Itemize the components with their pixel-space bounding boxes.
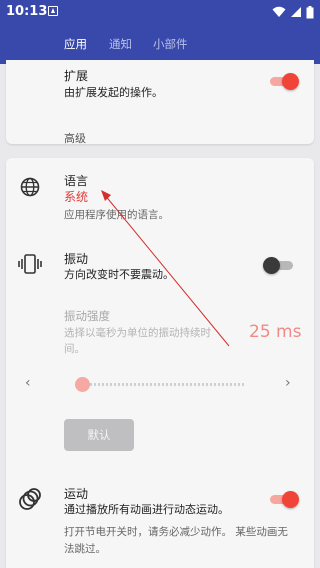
motion-title: 运动 — [64, 487, 89, 501]
motion-summary: 通过播放所有动画进行动态运动。 — [64, 503, 229, 516]
motion-note-line1: 打开节电开关时，请务必减少动作。 某些动画无 — [64, 526, 288, 538]
tab-notifications[interactable]: 通知 — [109, 36, 132, 52]
vibration-icon — [18, 254, 42, 274]
vibration-title: 振动 — [64, 252, 89, 266]
extension-toggle[interactable] — [270, 73, 300, 90]
language-value: 系统 — [64, 190, 89, 204]
extension-card — [6, 60, 314, 144]
chevron-left-icon[interactable]: ‹ — [25, 375, 31, 391]
default-button[interactable]: 默认 — [64, 419, 134, 451]
app-notification-icon — [48, 6, 58, 16]
extension-title: 扩展 — [64, 69, 89, 83]
tab-widgets[interactable]: 小部件 — [153, 36, 188, 52]
vibration-strength-summary-line2: 间。 — [64, 343, 85, 355]
tab-apps[interactable]: 应用 — [64, 36, 87, 52]
status-bar: 10:13 — [0, 0, 320, 24]
motion-rings-icon — [19, 488, 41, 510]
motion-note-line2: 法跳过。 — [64, 543, 106, 555]
vibration-toggle[interactable] — [263, 257, 293, 274]
tab-bar: 应用 通知 小部件 — [0, 24, 320, 64]
language-summary: 应用程序使用的语言。 — [64, 209, 169, 221]
vibration-strength-title: 振动强度 — [64, 309, 110, 323]
globe-icon — [20, 177, 40, 197]
chevron-right-icon[interactable]: › — [285, 375, 291, 391]
battery-icon — [306, 5, 314, 18]
vibration-strength-summary-line1: 选择以毫秒为单位的振动持续时 — [64, 327, 211, 339]
motion-toggle[interactable] — [270, 491, 300, 508]
section-header-advanced: 高级 — [64, 132, 86, 145]
vibration-strength-slider-track[interactable] — [82, 383, 244, 386]
vibration-strength-slider-thumb[interactable] — [75, 377, 90, 392]
wifi-icon — [272, 6, 286, 17]
extension-summary: 由扩展发起的操作。 — [64, 86, 163, 99]
status-icons — [272, 4, 314, 20]
language-title: 语言 — [64, 174, 89, 188]
vibration-summary: 方向改变时不要震动。 — [64, 268, 174, 281]
status-time: 10:13 — [6, 4, 48, 19]
vibration-strength-value: 25 ms — [249, 322, 302, 342]
signal-icon — [291, 7, 301, 17]
